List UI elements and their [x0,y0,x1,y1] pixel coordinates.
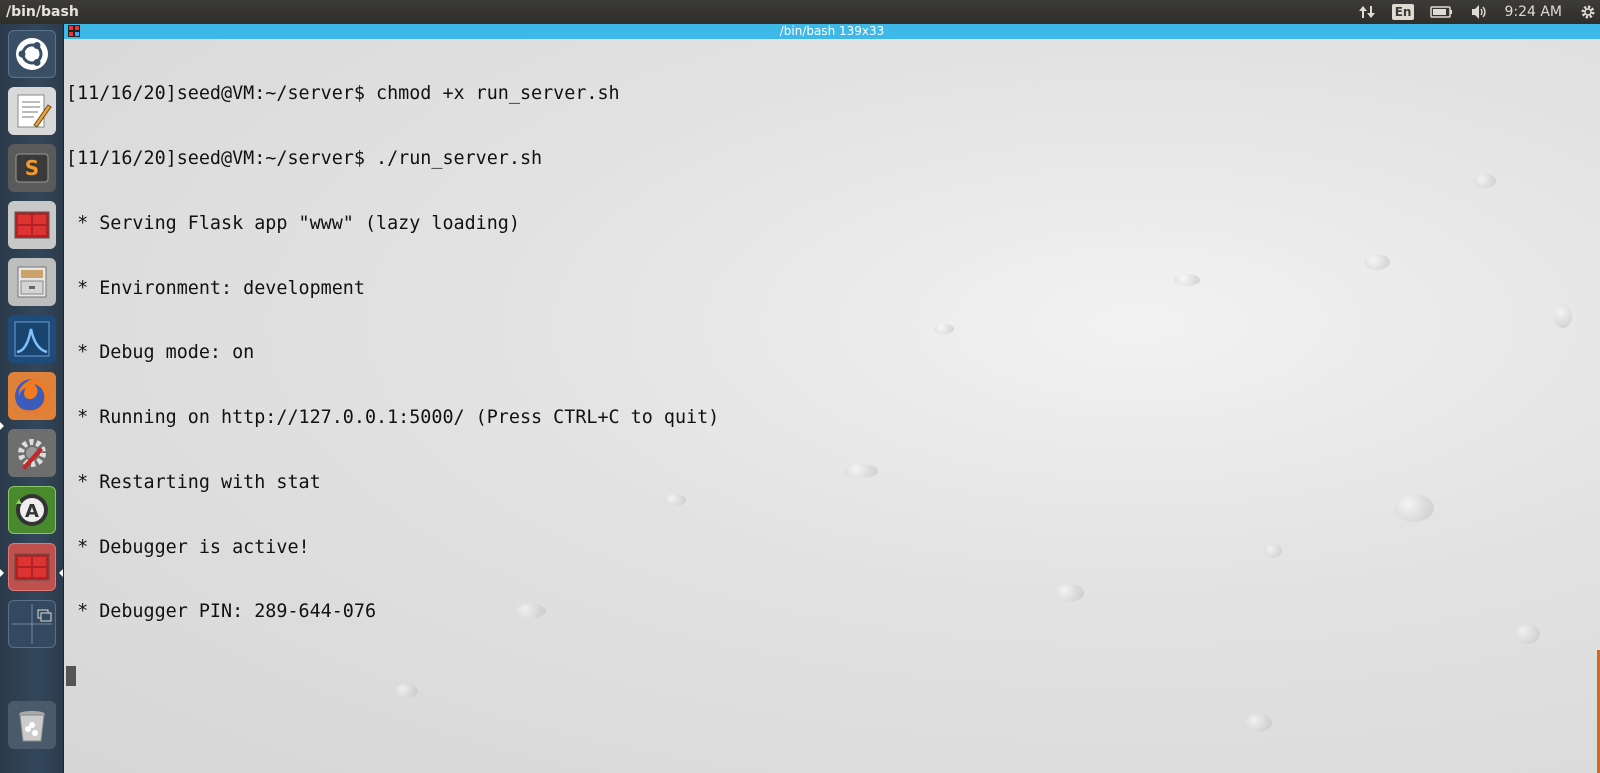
workspace-switcher-icon[interactable] [8,600,56,648]
terminal-line: * Debugger PIN: 289-644-076 [66,601,377,623]
svg-text:A: A [25,501,39,522]
window-title: /bin/bash [6,4,79,20]
clock[interactable]: 9:24 AM [1504,4,1562,20]
terminal-line: * Debugger is active! [66,536,310,558]
gear-icon[interactable] [1580,4,1596,20]
terminal-line: * Serving Flask app "www" (lazy loading) [66,212,520,234]
terminal-cursor [66,666,76,687]
system-tray: En 9:24 AM [1350,0,1600,24]
terminal-line: [11/16/20]seed@VM:~/server$ ./run_server… [66,147,543,169]
network-updown-icon[interactable] [1358,4,1376,20]
volume-icon[interactable] [1470,4,1490,20]
file-cabinet-icon[interactable] [8,258,56,306]
launcher: S A [0,24,64,773]
terminal-active-icon[interactable] [8,543,56,591]
software-updater-icon[interactable]: A [8,486,56,534]
terminal-titlebar[interactable]: /bin/bash 139x33 [64,24,1600,39]
svg-text:S: S [25,156,39,180]
terminal-line: [11/16/20]seed@VM:~/server$ chmod +x run… [66,83,620,105]
top-panel: /bin/bash En 9:24 AM [0,0,1600,24]
terminal-line: * Environment: development [66,277,365,299]
battery-icon[interactable] [1430,5,1454,19]
text-editor-icon[interactable] [8,87,56,135]
terminal-line: * Debug mode: on [66,342,255,364]
sublime-text-icon[interactable]: S [8,144,56,192]
terminal-menu-icon[interactable] [68,25,80,37]
firefox-icon[interactable] [8,372,56,420]
terminal-window[interactable]: /bin/bash 139x33 [11/16/20]seed@VM:~/ser… [64,24,1600,773]
terminal-output[interactable]: [11/16/20]seed@VM:~/server$ chmod +x run… [66,40,1596,731]
ubuntu-logo-icon[interactable] [8,30,56,78]
keyboard-layout-indicator[interactable]: En [1391,4,1415,20]
settings-wrench-icon[interactable] [8,429,56,477]
terminal-line: * Running on http://127.0.0.1:5000/ (Pre… [66,407,720,429]
trash-icon[interactable] [8,701,56,749]
wireshark-fin-icon[interactable] [8,315,56,363]
terminal-line: * Restarting with stat [66,471,321,493]
terminal-icon[interactable] [8,201,56,249]
terminal-title: /bin/bash 139x33 [779,24,885,38]
